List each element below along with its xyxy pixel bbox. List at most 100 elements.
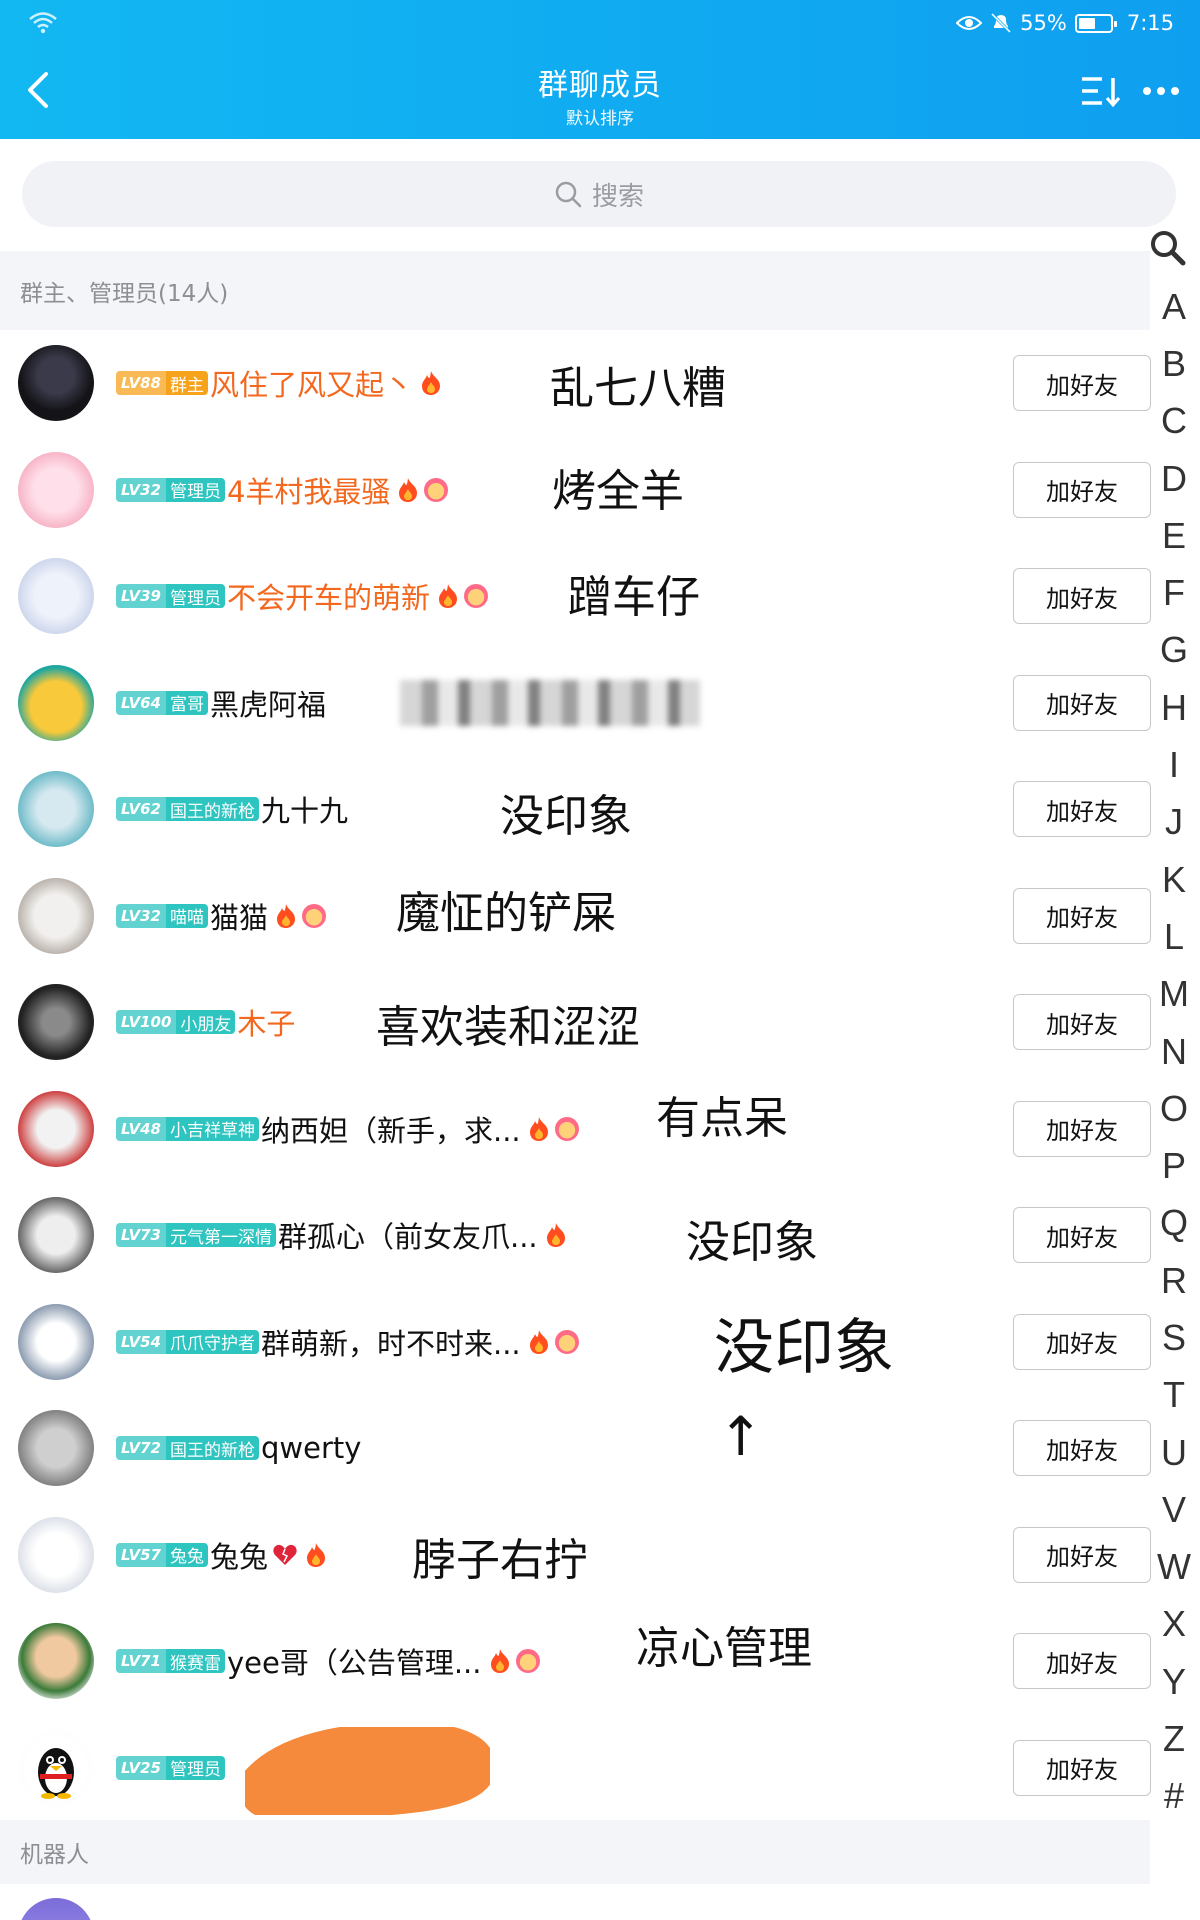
avatar[interactable] <box>18 664 94 741</box>
index-letter[interactable]: E <box>1148 507 1200 564</box>
index-letter[interactable]: X <box>1148 1596 1200 1653</box>
index-letter[interactable]: M <box>1148 966 1200 1023</box>
section-header-robots: 机器人 <box>0 1820 1150 1884</box>
add-friend-button[interactable]: 加好友 <box>1013 355 1151 411</box>
index-letter[interactable]: G <box>1148 622 1200 679</box>
index-letter[interactable]: W <box>1148 1539 1200 1596</box>
avatar[interactable] <box>18 1623 94 1699</box>
add-friend-button[interactable]: 加好友 <box>1013 461 1151 518</box>
index-letter[interactable]: Q <box>1148 1195 1200 1252</box>
member-row[interactable]: LV48 小吉祥草神 纳西妲（新手，求... 有点呆 加好友 <box>0 1076 1151 1183</box>
member-row[interactable]: LV39 管理员 不会开车的萌新 蹭车仔 加好友 <box>0 543 1151 650</box>
member-row[interactable]: LV88 群主 风住了风又起丶 乱七八糟 加好友 <box>0 330 1151 437</box>
member-row[interactable]: LV32 喵喵 猫猫 魔怔的铲屎 加好友 <box>0 863 1151 970</box>
more-icon[interactable] <box>1142 84 1180 98</box>
index-letter[interactable]: A <box>1148 278 1200 335</box>
avatar[interactable] <box>18 1197 94 1273</box>
flame-icon <box>307 1542 325 1567</box>
status-bar-right: 55% 7:15 <box>956 10 1174 36</box>
index-letter[interactable]: T <box>1148 1367 1200 1424</box>
sort-icon[interactable] <box>1080 74 1124 110</box>
avatar[interactable] <box>18 1090 94 1167</box>
avatar[interactable] <box>18 877 94 954</box>
role-title: 小朋友 <box>180 1014 232 1035</box>
index-letter[interactable]: Y <box>1148 1653 1200 1710</box>
member-nickname: 木子 <box>237 1007 296 1041</box>
index-letter[interactable]: J <box>1148 794 1200 851</box>
index-letter[interactable]: # <box>1148 1768 1200 1825</box>
index-letter[interactable]: U <box>1148 1424 1200 1481</box>
add-friend-button[interactable]: 加好友 <box>1013 994 1151 1050</box>
index-letter[interactable]: O <box>1148 1080 1200 1137</box>
search-input[interactable]: 搜索 <box>22 161 1176 227</box>
sort-subtitle[interactable]: 默认排序 <box>0 104 1200 129</box>
member-name-line: LV62 国王的新枪 九十九 <box>116 756 348 862</box>
member-row[interactable]: LV25 管理员 加好友 <box>0 1715 1151 1822</box>
index-letter[interactable]: F <box>1148 564 1200 621</box>
avatar[interactable] <box>18 451 94 528</box>
index-search-icon[interactable] <box>1148 228 1188 268</box>
add-friend-button[interactable]: 加好友 <box>1013 1100 1151 1157</box>
member-row[interactable]: LV64 富哥 黑虎阿福 加好友 <box>0 650 1151 757</box>
index-letter[interactable]: B <box>1148 335 1200 392</box>
index-letter[interactable]: V <box>1148 1481 1200 1538</box>
add-friend-button[interactable]: 加好友 <box>1013 1526 1151 1583</box>
member-row[interactable]: LV71 猴赛雷 yee哥（公告管理... 凉心管理 加好友 <box>0 1608 1151 1715</box>
avatar[interactable] <box>18 558 94 634</box>
member-name-line: LV72 国王的新枪 qwerty <box>116 1395 361 1501</box>
level-badge: LV73 元气第一深情 <box>116 1223 276 1247</box>
index-letter[interactable]: I <box>1148 736 1200 793</box>
member-row[interactable]: LV57 兔兔 兔兔 脖子右拧 加好友 <box>0 1502 1151 1609</box>
avatar[interactable] <box>18 771 94 847</box>
index-letter[interactable]: C <box>1148 393 1200 450</box>
index-letter[interactable]: Z <box>1148 1710 1200 1767</box>
level-badge: LV39 管理员 <box>116 584 225 608</box>
emoji-badge-icon <box>302 903 326 928</box>
member-row[interactable]: LV62 国王的新枪 九十九 没印象 加好友 <box>0 756 1151 863</box>
index-letter[interactable]: S <box>1148 1309 1200 1366</box>
member-row[interactable]: LV54 爪爪守护者 群萌新，时不时来... 没印象 加好友 <box>0 1289 1151 1396</box>
add-friend-button[interactable]: 加好友 <box>1013 568 1151 624</box>
member-row[interactable]: LV100 小朋友 木子 喜欢装和涩涩 加好友 <box>0 969 1151 1076</box>
level-badge: LV100 小朋友 <box>116 1010 236 1035</box>
index-letter[interactable]: R <box>1148 1252 1200 1309</box>
flame-icon <box>422 371 440 395</box>
index-letter[interactable]: N <box>1148 1023 1200 1080</box>
level-label: LV57 <box>116 1542 166 1567</box>
add-friend-button[interactable]: 加好友 <box>1013 1313 1151 1370</box>
add-friend-button[interactable]: 加好友 <box>1013 887 1151 944</box>
add-friend-button[interactable]: 加好友 <box>1013 781 1151 837</box>
avatar[interactable] <box>18 1303 94 1380</box>
member-row[interactable]: LV32 管理员 4羊村我最骚 烤全羊 加好友 <box>0 437 1151 544</box>
index-letter[interactable]: H <box>1148 679 1200 736</box>
add-friend-button[interactable]: 加好友 <box>1013 674 1151 731</box>
add-friend-button[interactable]: 加好友 <box>1013 1420 1151 1476</box>
member-row[interactable]: LV72 国王的新枪 qwerty ↑ 加好友 <box>0 1395 1151 1502</box>
member-list: LV88 群主 风住了风又起丶 乱七八糟 加好友 LV32 管理员 4羊村我最骚 烤全羊 加好友 L… <box>0 330 1151 1822</box>
flame-icon <box>439 584 457 608</box>
avatar[interactable] <box>18 984 94 1060</box>
avatar[interactable] <box>18 345 94 421</box>
handwritten-annotation: 喜欢装和涩涩 <box>376 1002 640 1053</box>
member-name-line: LV71 猴赛雷 yee哥（公告管理... <box>116 1608 540 1714</box>
battery-icon <box>1074 13 1117 33</box>
alphabet-index[interactable]: A B C D E F G H I J K L M N O P Q R S T U V W X Y Z # <box>1148 228 1200 1825</box>
add-friend-button[interactable]: 加好友 <box>1013 1633 1151 1689</box>
robot-avatar[interactable] <box>18 1898 94 1920</box>
clock: 7:15 <box>1126 11 1174 35</box>
index-letter[interactable]: P <box>1148 1137 1200 1194</box>
add-friend-button[interactable]: 加好友 <box>1013 1207 1151 1263</box>
index-letter[interactable]: D <box>1148 450 1200 507</box>
avatar[interactable] <box>18 1729 94 1806</box>
index-letter[interactable]: K <box>1148 851 1200 908</box>
avatar[interactable] <box>18 1410 94 1486</box>
avatar[interactable] <box>18 1516 94 1593</box>
add-friend-button[interactable]: 加好友 <box>1013 1739 1151 1796</box>
level-badge: LV48 小吉祥草神 <box>116 1116 259 1141</box>
role-title: 兔兔 <box>169 1547 204 1567</box>
member-row[interactable]: LV73 元气第一深情 群孤心（前女友爪... 没印象 加好友 <box>0 1182 1151 1289</box>
emoji-badge-icon <box>554 1116 579 1141</box>
level-label: LV32 <box>116 477 166 502</box>
index-letter[interactable]: L <box>1148 908 1200 965</box>
handwritten-annotation: 脖子右拧 <box>412 1534 588 1586</box>
